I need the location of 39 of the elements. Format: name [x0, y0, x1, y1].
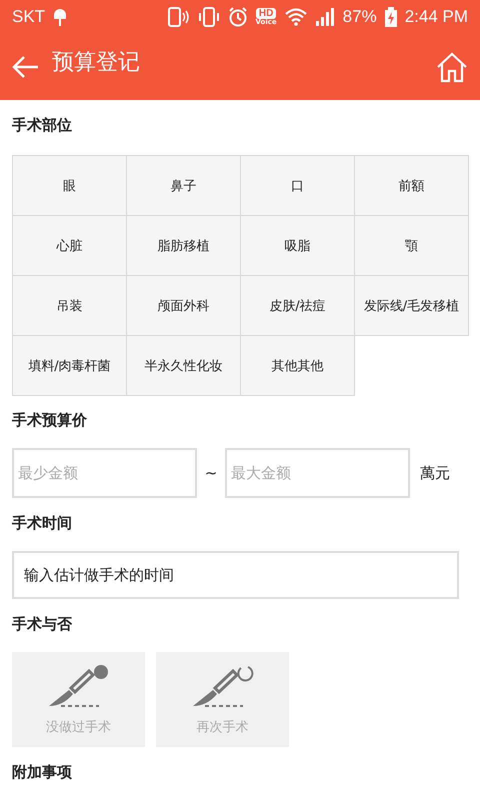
battery-charging-icon [384, 7, 397, 27]
page-title: 预算登记 [52, 49, 140, 77]
category-option[interactable]: 吸脂 [240, 215, 355, 276]
category-option[interactable]: 前額 [354, 155, 469, 216]
category-option[interactable]: 颅面外科 [126, 275, 241, 336]
time-field[interactable]: 输入估计做手术的时间 [12, 551, 459, 599]
scalpel-icon [190, 664, 254, 710]
section-label: 手术预算价 [12, 410, 88, 431]
category-option[interactable]: 吊装 [12, 275, 127, 336]
category-option[interactable]: 皮肤/祛痘 [240, 275, 355, 336]
category-option[interactable]: 其他其他 [240, 335, 355, 396]
category-option[interactable]: 眼 [12, 155, 127, 216]
battery-percent: 87% [342, 7, 377, 27]
clock-time: 2:44 PM [404, 7, 468, 27]
scalpel-icon [46, 664, 110, 710]
section-label: 手术部位 [12, 115, 73, 136]
range-separator: ~ [204, 464, 218, 482]
section-label: 附加事项 [12, 762, 73, 783]
min-amount-field[interactable]: 最少金额 [12, 448, 197, 498]
category-option[interactable]: 顎 [354, 215, 469, 276]
signal-icon [314, 7, 335, 27]
wifi-icon [284, 8, 307, 26]
category-option[interactable]: 发际线/毛发移植 [354, 275, 469, 336]
unit-label: 萬元 [420, 464, 450, 482]
category-option[interactable]: 填料/肉毒杆菌 [12, 335, 127, 396]
phone-icon [168, 7, 190, 27]
home-button[interactable] [436, 51, 468, 83]
vibrate-icon [198, 7, 220, 27]
category-option[interactable]: 口 [240, 155, 355, 216]
category-option[interactable]: 半永久性化妆 [126, 335, 241, 396]
section-label: 手术与否 [12, 614, 73, 635]
section-label: 手术时间 [12, 513, 73, 534]
alarm-icon [228, 7, 248, 27]
category-option[interactable]: 心脏 [12, 215, 127, 276]
max-amount-field[interactable]: 最大金额 [225, 448, 410, 498]
carrier-name: SKT [12, 7, 46, 27]
category-option[interactable]: 鼻子 [126, 155, 241, 216]
category-option[interactable]: 脂肪移植 [126, 215, 241, 276]
back-button[interactable] [12, 55, 40, 79]
